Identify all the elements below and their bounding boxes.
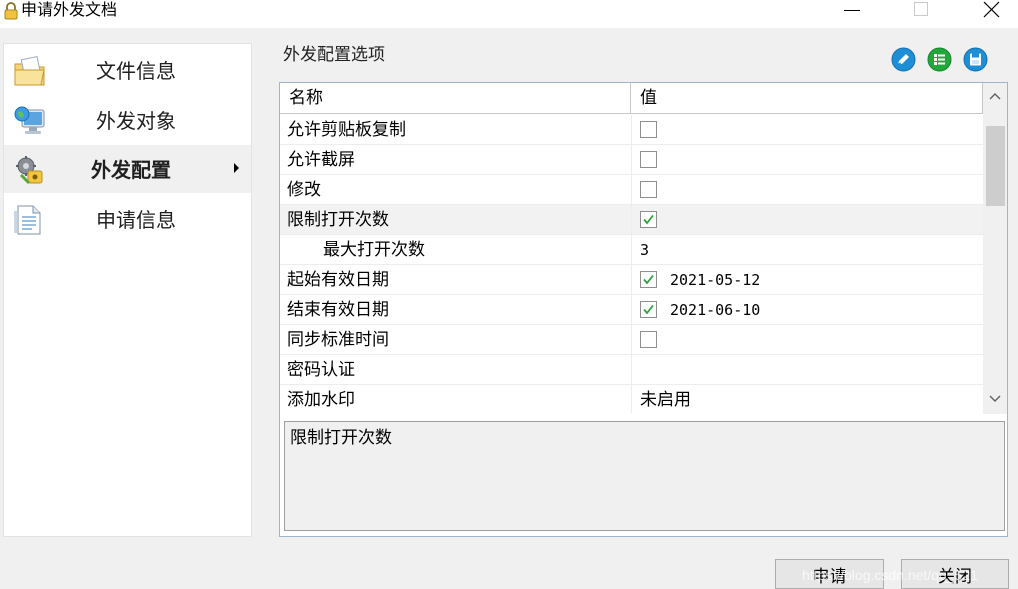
description-panel: 限制打开次数 bbox=[284, 421, 1005, 531]
property-value[interactable]: 2021-06-10 bbox=[631, 295, 983, 325]
date-value: 2021-06-10 bbox=[670, 301, 761, 319]
scrollbar-thumb[interactable] bbox=[986, 126, 1005, 206]
date-value: 2021-05-12 bbox=[670, 271, 761, 289]
property-name: 起始有效日期 bbox=[287, 270, 389, 290]
property-value[interactable] bbox=[631, 355, 983, 385]
property-value[interactable]: 未启用 bbox=[631, 385, 983, 413]
nav-item-file-info[interactable]: 文件信息 bbox=[4, 46, 251, 94]
nav-item-recipients[interactable]: 外发对象 bbox=[4, 96, 251, 144]
checkbox[interactable] bbox=[640, 151, 657, 168]
checkbox-checked[interactable] bbox=[640, 301, 657, 318]
property-value[interactable]: 2021-05-12 bbox=[631, 265, 983, 295]
property-name: 结束有效日期 bbox=[287, 300, 389, 320]
property-value[interactable] bbox=[631, 145, 983, 175]
group-title: 外发配置选项 bbox=[283, 45, 385, 65]
nav-item-label: 外发对象 bbox=[96, 109, 176, 133]
chevron-right-icon bbox=[234, 163, 239, 173]
description-text: 限制打开次数 bbox=[290, 428, 392, 448]
nav-panel: 文件信息 外发对象 外发配置 申请信息 bbox=[3, 43, 252, 537]
property-value[interactable] bbox=[631, 325, 983, 355]
table-row[interactable]: 密码认证 bbox=[280, 355, 983, 385]
folder-document-icon bbox=[14, 55, 45, 86]
property-name: 同步标准时间 bbox=[287, 330, 389, 350]
property-grid: 名称 值 允许剪贴板复制 允许截屏 修改 限制打开次数 最大打开次数 3 起始有… bbox=[279, 82, 1008, 537]
chevron-down-icon[interactable] bbox=[983, 388, 1007, 414]
table-row[interactable]: 允许截屏 bbox=[280, 145, 983, 175]
nav-item-label: 申请信息 bbox=[96, 208, 176, 232]
value-text: 3 bbox=[640, 241, 650, 259]
property-name: 允许剪贴板复制 bbox=[287, 120, 406, 140]
lock-icon bbox=[4, 2, 18, 20]
close-icon[interactable] bbox=[968, 0, 1014, 22]
checkbox-checked[interactable] bbox=[640, 211, 657, 228]
table-row[interactable]: 结束有效日期 2021-06-10 bbox=[280, 295, 983, 325]
nav-item-request-info[interactable]: 申请信息 bbox=[4, 195, 251, 243]
dialog-window: 申请外发文档 文件信息 外发对象 外发配置 申请信息 外发配置选项 名称 值 允… bbox=[0, 0, 1018, 589]
chevron-up-icon[interactable] bbox=[983, 83, 1007, 109]
title-bar: 申请外发文档 bbox=[0, 0, 1018, 28]
list-icon[interactable] bbox=[927, 47, 952, 72]
checkbox[interactable] bbox=[640, 121, 657, 138]
checkbox[interactable] bbox=[640, 331, 657, 348]
grid-rows: 允许剪贴板复制 允许截屏 修改 限制打开次数 最大打开次数 3 起始有效日期 2… bbox=[280, 115, 983, 413]
property-value[interactable] bbox=[631, 175, 983, 205]
property-name: 允许截屏 bbox=[287, 150, 355, 170]
nav-item-outbound-config[interactable]: 外发配置 bbox=[4, 145, 251, 193]
minimize-icon[interactable] bbox=[829, 0, 875, 22]
gear-key-icon bbox=[16, 156, 43, 185]
window-title: 申请外发文档 bbox=[21, 0, 118, 19]
table-row[interactable]: 添加水印 未启用 bbox=[280, 385, 983, 413]
table-row[interactable]: 起始有效日期 2021-05-12 bbox=[280, 265, 983, 295]
table-row[interactable]: 允许剪贴板复制 bbox=[280, 115, 983, 145]
close-button[interactable]: 关闭 bbox=[901, 559, 1009, 589]
property-name: 密码认证 bbox=[287, 360, 355, 380]
apply-button[interactable]: 申请 bbox=[775, 559, 884, 589]
column-header-name[interactable]: 名称 bbox=[280, 83, 631, 114]
nav-item-label: 外发配置 bbox=[91, 158, 171, 182]
property-name: 修改 bbox=[287, 180, 321, 200]
checkbox[interactable] bbox=[640, 181, 657, 198]
edit-icon[interactable] bbox=[891, 47, 916, 72]
value-text: 未启用 bbox=[640, 390, 691, 410]
column-header-value[interactable]: 值 bbox=[631, 83, 983, 114]
checkmark-icon bbox=[643, 304, 654, 315]
computer-globe-icon bbox=[14, 106, 45, 134]
table-row-selected[interactable]: 限制打开次数 bbox=[280, 205, 983, 235]
grid-header: 名称 值 bbox=[280, 83, 983, 114]
checkmark-icon bbox=[643, 214, 654, 225]
property-name: 添加水印 bbox=[287, 390, 355, 410]
table-row[interactable]: 修改 bbox=[280, 175, 983, 205]
nav-item-label: 文件信息 bbox=[96, 59, 176, 83]
vertical-scrollbar[interactable] bbox=[983, 83, 1007, 414]
save-icon[interactable] bbox=[963, 47, 988, 72]
property-name: 限制打开次数 bbox=[287, 210, 389, 230]
table-row[interactable]: 最大打开次数 3 bbox=[280, 235, 983, 265]
table-row[interactable]: 同步标准时间 bbox=[280, 325, 983, 355]
property-value[interactable] bbox=[631, 205, 983, 235]
checkbox-checked[interactable] bbox=[640, 271, 657, 288]
maximize-icon[interactable] bbox=[898, 0, 944, 22]
property-name: 最大打开次数 bbox=[323, 240, 425, 260]
property-value[interactable] bbox=[631, 115, 983, 145]
property-value[interactable]: 3 bbox=[631, 235, 983, 265]
checkmark-icon bbox=[643, 274, 654, 285]
document-icon bbox=[14, 205, 41, 235]
